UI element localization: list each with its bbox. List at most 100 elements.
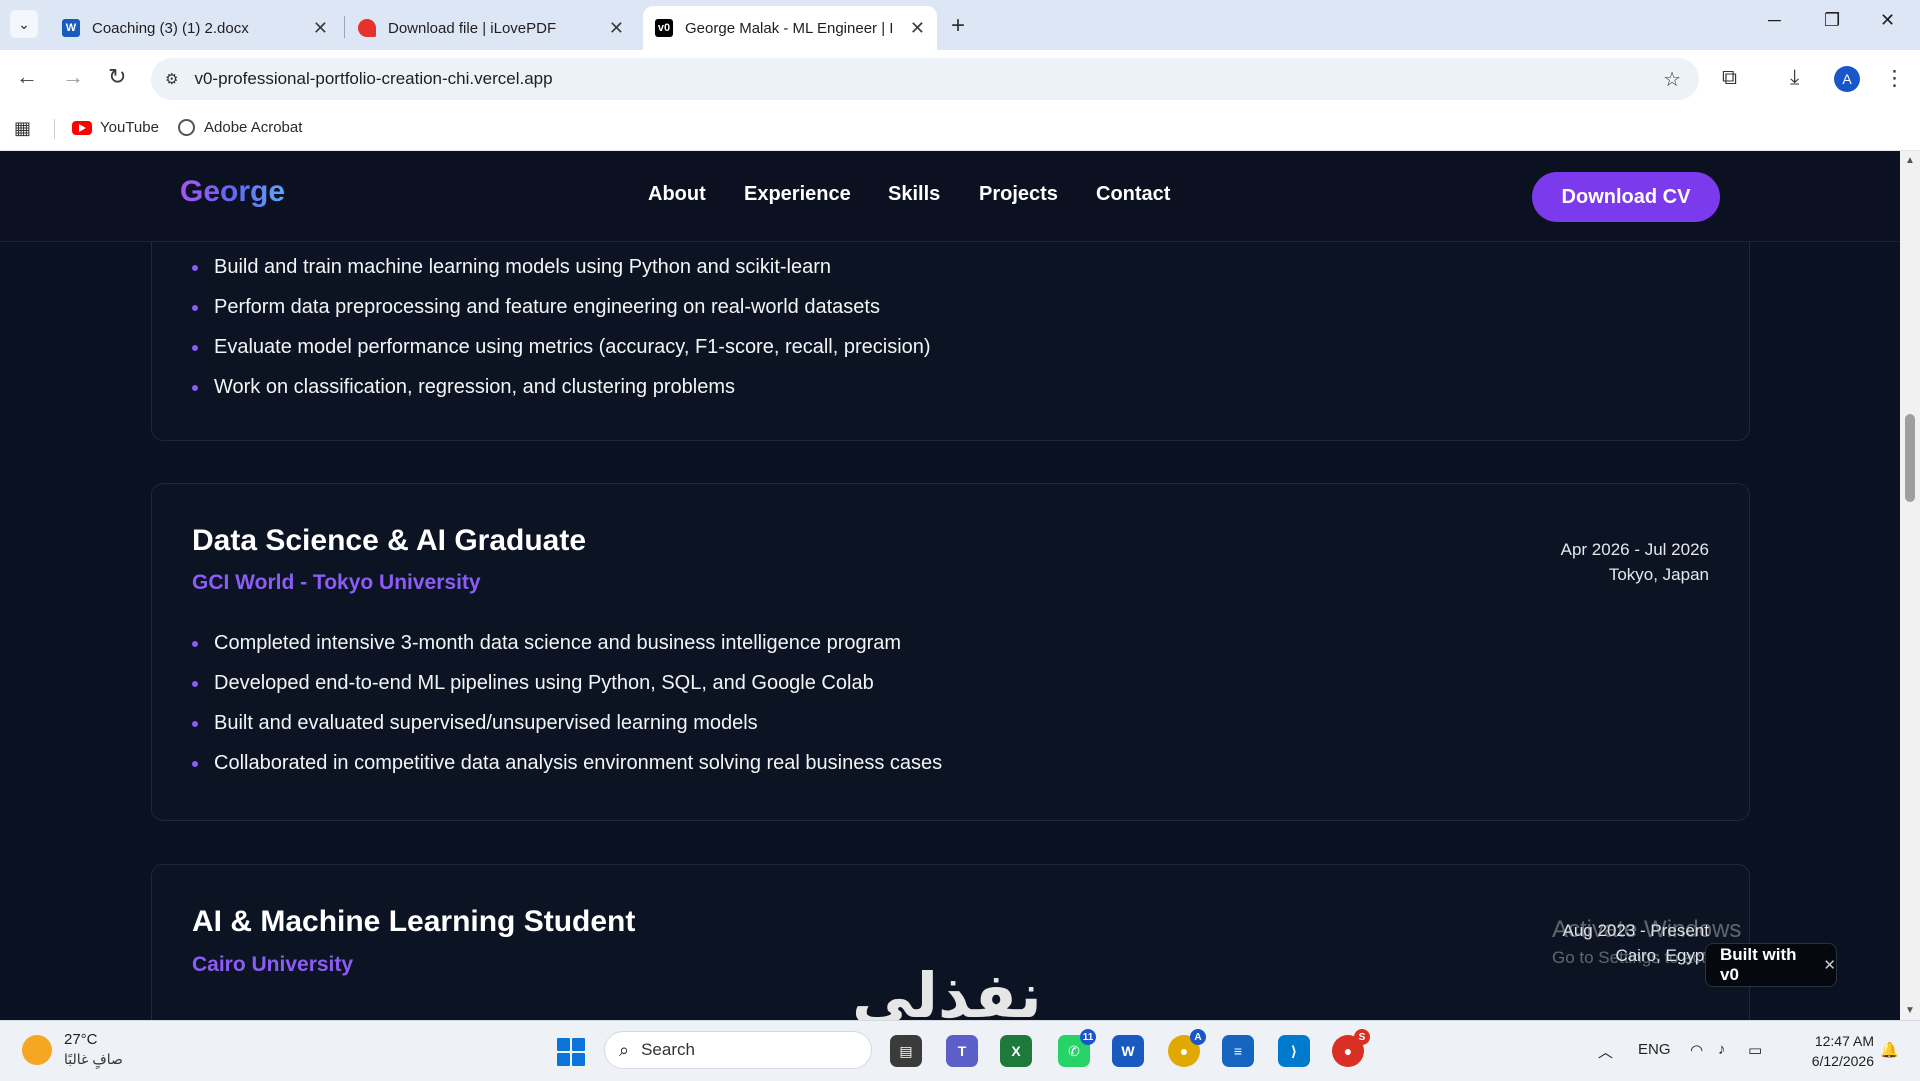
weather-temperature[interactable]: 27°C [64,1031,98,1048]
apps-grid-icon[interactable]: ▦ [14,118,31,139]
bookmarks-bar: ▦ YouTube Adobe Acrobat [0,108,1920,151]
reload-icon[interactable]: ↻ [108,64,126,90]
organization-name: GCI World - Tokyo University [192,571,481,594]
bullet-item: Perform data preprocessing and feature e… [192,296,880,319]
scrollbar-thumb[interactable] [1905,414,1915,502]
tab-portfolio[interactable]: v0 George Malak - ML Engineer | I ✕ [643,6,937,50]
address-bar[interactable]: ⚙ v0-professional-portfolio-creation-chi… [151,58,1699,100]
bullet-item: Evaluate model performance using metrics… [192,336,931,359]
bullet-dot [192,384,198,391]
new-tab-icon[interactable]: + [951,12,965,40]
bullet-dot [192,680,198,687]
bookmark-label: Adobe Acrobat [204,119,303,136]
whatsapp-icon[interactable]: ✆ 11 [1058,1029,1096,1067]
clock-time: 12:47 AM [1814,1033,1874,1049]
menu-icon[interactable]: ⋮ [1884,66,1905,91]
start-button[interactable] [557,1038,585,1066]
watermark-text: نفذلي [852,959,1042,1020]
minimize-icon[interactable]: ─ [1768,10,1781,31]
scroll-up-icon[interactable]: ▲ [1905,155,1915,166]
window-close-icon[interactable]: ✕ [1880,10,1895,31]
azure-data-studio-icon[interactable]: ≡ [1222,1035,1254,1067]
site-header: George About Experience Skills Projects … [0,151,1900,242]
bullet-item: Completed intensive 3-month data science… [192,632,901,655]
activate-title: Activate Windows [1552,916,1742,943]
bullet-text: Evaluate model performance using metrics… [214,336,931,358]
nav-contact[interactable]: Contact [1096,183,1170,206]
forward-icon[interactable]: → [62,64,84,90]
tab-title: Coaching (3) (1) 2.docx [92,19,249,37]
bookmark-star-icon[interactable]: ☆ [1663,67,1681,92]
bullet-dot [192,264,198,271]
bullet-item: Collaborated in competitive data analysi… [192,752,942,775]
globe-icon [178,119,195,136]
bullet-text: Build and train machine learning models … [214,256,832,278]
start-tile [572,1038,585,1051]
scroll-down-icon[interactable]: ▼ [1905,1005,1915,1016]
bookmark-adobe-acrobat[interactable]: Adobe Acrobat [178,119,302,136]
bookmark-youtube[interactable]: YouTube [72,119,159,136]
file-explorer-icon[interactable]: ▤ [890,1035,922,1067]
nav-skills[interactable]: Skills [888,183,940,206]
weather-description[interactable]: صافٍ غالبًا [64,1051,123,1068]
word-icon[interactable]: W [1112,1035,1144,1067]
built-with-label: Built with v0 [1720,945,1797,984]
vscode-icon[interactable]: ⟩ [1278,1035,1310,1067]
url-text[interactable]: v0-professional-portfolio-creation-chi.v… [194,69,552,89]
teams-icon[interactable]: T [946,1035,978,1067]
battery-icon[interactable]: ▭ [1748,1041,1762,1059]
chrome-profile-icon[interactable]: ● S [1332,1029,1370,1067]
tab-title: Download file | iLovePDF [388,19,557,37]
chevron-down-icon: ⌄ [18,15,30,32]
excel-icon[interactable]: X [1000,1035,1032,1067]
tab-ilovepdf[interactable]: Download file | iLovePDF ✕ [346,6,636,50]
role-title: Data Science & AI Graduate [192,524,587,557]
close-icon[interactable]: ✕ [313,18,328,39]
bookmark-divider [54,119,55,139]
bullet-dot [192,720,198,727]
experience-card: Data Science & AI Graduate GCI World - T… [151,483,1750,821]
bullet-text: Work on classification, regression, and … [214,376,735,398]
bullet-dot [192,760,198,767]
profile-badge: S [1354,1029,1370,1045]
taskbar-search[interactable]: ⌕ Search [604,1031,872,1069]
system-clock[interactable]: 12:47 AM 6/12/2026 [1802,1031,1874,1071]
chrome-icon[interactable]: ● A [1168,1029,1206,1067]
site-info-icon[interactable]: ⚙ [165,70,178,88]
nav-projects[interactable]: Projects [979,183,1058,206]
site-logo[interactable]: George [180,175,285,209]
tray-chevron-icon[interactable]: ︿ [1598,1041,1613,1062]
tab-coaching-docx[interactable]: W Coaching (3) (1) 2.docx ✕ [50,6,340,50]
close-icon[interactable]: ✕ [1823,956,1836,974]
close-icon[interactable]: ✕ [910,18,925,39]
nav-experience[interactable]: Experience [744,183,851,206]
role-title: AI & Machine Learning Student [192,905,636,938]
restore-icon[interactable]: ❐ [1824,10,1840,31]
back-icon[interactable]: ← [16,64,38,90]
download-icon[interactable]: ⤓ [1790,66,1799,90]
wifi-icon[interactable]: ◠ [1690,1041,1703,1059]
bullet-item: Build and train machine learning models … [192,256,831,279]
nav-about[interactable]: About [648,183,706,206]
windows-taskbar: 27°C صافٍ غالبًا ⌕ Search ▤ T X ✆ 11 W ● A… [0,1020,1920,1081]
tab-search-button[interactable]: ⌄ [10,10,38,38]
download-cv-button[interactable]: Download CV [1532,172,1720,222]
weather-icon[interactable] [22,1035,52,1065]
close-icon[interactable]: ✕ [609,18,624,39]
youtube-icon [72,120,92,135]
profile-avatar[interactable]: A [1834,66,1860,92]
extensions-icon[interactable]: ⧉ [1722,66,1737,90]
bullet-text: Collaborated in competitive data analysi… [214,752,943,774]
bullet-item: Work on classification, regression, and … [192,376,735,399]
browser-tabstrip: ⌄ W Coaching (3) (1) 2.docx ✕ Download f… [0,0,1920,50]
bullet-text: Built and evaluated supervised/unsupervi… [214,712,758,734]
built-with-v0-badge[interactable]: Built with v0 ✕ [1705,943,1837,987]
search-label: Search [641,1040,695,1059]
notification-bell-icon[interactable]: 🔔 [1880,1041,1899,1059]
start-tile [557,1053,570,1066]
language-indicator[interactable]: ENG [1638,1041,1671,1058]
volume-icon[interactable]: ♪ [1718,1041,1726,1058]
page-scrollbar[interactable]: ▲ ▼ [1900,151,1920,1020]
tab-separator [344,16,345,38]
location: Tokyo, Japan [1608,565,1709,584]
